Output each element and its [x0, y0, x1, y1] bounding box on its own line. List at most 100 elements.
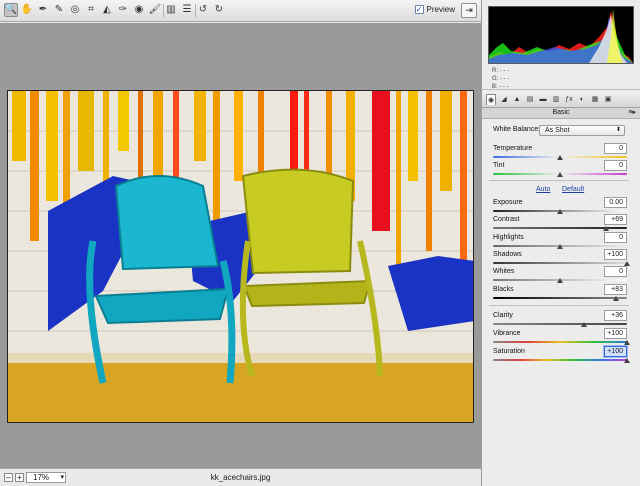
- contrast-value-field[interactable]: +69: [604, 214, 627, 225]
- histogram-graph: [489, 9, 633, 63]
- exposure-label: Exposure: [493, 199, 523, 206]
- targeted-adjustment-tool[interactable]: ◎: [68, 3, 82, 17]
- graduated-filter-tool[interactable]: ▥: [164, 3, 178, 17]
- panel-menu-icon[interactable]: ≡▸: [628, 108, 636, 118]
- rgb-readout: R: - - - G: - - - B: - - -: [482, 64, 640, 90]
- tint-label: Tint: [493, 162, 505, 169]
- blacks-value-field[interactable]: +83: [604, 284, 627, 295]
- white-balance-tool[interactable]: ✒: [36, 3, 50, 17]
- clarity-value-field[interactable]: +36: [604, 310, 627, 321]
- clarity-label: Clarity: [493, 312, 513, 319]
- temperature-slider-thumb[interactable]: [557, 155, 563, 160]
- clarity-slider-thumb[interactable]: [581, 322, 588, 327]
- contrast-label: Contrast: [493, 216, 520, 223]
- toolbar: 🔍 ✋ ✒ ✎ ◎ ⌗ ◭ ✑ ◉ 🖌 ▥ ☰ ↺ ↻ ✓ Preview ⇥: [0, 0, 481, 22]
- zoom-tool[interactable]: 🔍: [4, 3, 18, 17]
- r-readout: R: - - -: [492, 68, 509, 74]
- blacks-slider-thumb[interactable]: [612, 296, 619, 301]
- effects-tab-icon[interactable]: ƒx: [564, 94, 574, 105]
- temperature-label: Temperature: [493, 145, 533, 152]
- spot-removal-icon: ✑: [118, 4, 128, 15]
- highlights-value-field[interactable]: 0: [604, 232, 627, 243]
- preview-checkbox[interactable]: ✓: [414, 5, 424, 14]
- chevron-updown-icon: ⬍: [615, 127, 621, 133]
- exposure-slider-thumb[interactable]: [557, 209, 563, 214]
- hand-tool[interactable]: ✋: [20, 3, 34, 17]
- sampler-icon: ✎: [54, 4, 64, 15]
- section-header: Basic ≡▸: [482, 108, 640, 119]
- rotate-left-button[interactable]: ↺: [196, 3, 210, 17]
- divider: [489, 180, 629, 181]
- straighten-icon: ◭: [103, 4, 111, 15]
- blacks-label: Blacks: [493, 286, 514, 293]
- camera-calibration-tab-icon[interactable]: ◐: [577, 94, 587, 105]
- magnifier-icon: 🔍: [4, 4, 18, 15]
- white-balance-select[interactable]: As Shot ⬍: [539, 125, 625, 136]
- fullscreen-button[interactable]: ⇥: [461, 3, 477, 18]
- photo-image: [8, 91, 473, 422]
- red-eye-icon: ◉: [134, 4, 144, 15]
- eyedropper-icon: ✒: [38, 4, 48, 15]
- saturation-slider-thumb[interactable]: [624, 358, 630, 363]
- vibrance-slider-track[interactable]: [493, 341, 627, 343]
- tone-curve-tab-icon[interactable]: ◢: [499, 94, 509, 105]
- adjustments-panel: R: - - - G: - - - B: - - - ◉ ◢ ▲ ▤ ▬ ▥ ƒ…: [481, 0, 640, 486]
- file-name: kk_acechairs.jpg: [210, 473, 271, 482]
- hand-icon: ✋: [20, 4, 34, 15]
- lens-tab-icon[interactable]: ▥: [551, 94, 561, 105]
- red-eye-tool[interactable]: ◉: [132, 3, 146, 17]
- shadows-slider-track[interactable]: [493, 262, 627, 264]
- white-balance-label: White Balance:: [493, 126, 541, 133]
- color-sampler-tool[interactable]: ✎: [52, 3, 66, 17]
- crop-tool[interactable]: ⌗: [84, 3, 98, 17]
- rotate-ccw-icon: ↺: [198, 4, 208, 15]
- whites-value-field[interactable]: 0: [604, 266, 627, 277]
- detail-tab-icon[interactable]: ▲: [512, 94, 522, 105]
- image-canvas[interactable]: [0, 23, 481, 468]
- straighten-tool[interactable]: ◭: [100, 3, 114, 17]
- section-title: Basic: [552, 109, 570, 116]
- saturation-value-field[interactable]: +100: [604, 346, 627, 357]
- rotate-right-button[interactable]: ↻: [212, 3, 226, 17]
- hsl-tab-icon[interactable]: ▤: [525, 94, 535, 105]
- spot-removal-tool[interactable]: ✑: [116, 3, 130, 17]
- brush-icon: 🖌: [148, 4, 162, 15]
- saturation-slider-track[interactable]: [493, 359, 627, 361]
- vibrance-label: Vibrance: [493, 330, 521, 337]
- vibrance-value-field[interactable]: +100: [604, 328, 627, 339]
- shadows-label: Shadows: [493, 251, 522, 258]
- exposure-value-field[interactable]: 0.00: [604, 197, 627, 208]
- divider: [489, 305, 629, 306]
- camera-raw-window: 🔍✋ ✒ ✎ ◎ ⌗ ◭ ✑ ◉ 🖌 ▥ ☰ ↺ ↻ ✓ Preview ⇥: [0, 0, 640, 486]
- target-adjust-icon: ◎: [70, 4, 80, 15]
- white-balance-value: As Shot: [545, 127, 570, 134]
- split-toning-tab-icon[interactable]: ▬: [538, 94, 548, 105]
- tint-value-field[interactable]: 0: [604, 160, 627, 171]
- adjustment-brush-tool[interactable]: 🖌: [148, 3, 162, 17]
- auto-link[interactable]: Auto: [536, 186, 550, 193]
- panel-tabs: ◉ ◢ ▲ ▤ ▬ ▥ ƒx ◐ ▦ ▣: [482, 92, 640, 108]
- b-readout: B: - - -: [492, 84, 509, 90]
- rotate-cw-icon: ↻: [214, 4, 224, 15]
- histogram: [488, 6, 634, 64]
- preferences-button[interactable]: ☰: [180, 3, 194, 17]
- preview-label: Preview: [426, 5, 455, 14]
- highlights-label: Highlights: [493, 234, 524, 241]
- preview-toggle[interactable]: ✓ Preview: [414, 5, 455, 14]
- whites-label: Whites: [493, 268, 515, 275]
- whites-slider-thumb[interactable]: [557, 278, 563, 283]
- presets-tab-icon[interactable]: ▦: [590, 94, 600, 105]
- contrast-slider-thumb[interactable]: [603, 226, 610, 231]
- default-link[interactable]: Default: [562, 186, 584, 193]
- status-bar: – + 17% ▾ kk_acechairs.jpg: [0, 468, 481, 486]
- basic-tab-icon[interactable]: ◉: [486, 94, 496, 105]
- shadows-value-field[interactable]: +100: [604, 249, 627, 260]
- blacks-slider-track[interactable]: [493, 297, 627, 299]
- temperature-value-field[interactable]: 0: [604, 143, 627, 154]
- vibrance-slider-thumb[interactable]: [624, 340, 630, 345]
- graduated-filter-icon: ▥: [166, 4, 176, 15]
- highlights-slider-thumb[interactable]: [557, 244, 563, 249]
- tint-slider-thumb[interactable]: [557, 172, 563, 177]
- clarity-slider-track[interactable]: [493, 323, 627, 325]
- snapshots-tab-icon[interactable]: ▣: [603, 94, 613, 105]
